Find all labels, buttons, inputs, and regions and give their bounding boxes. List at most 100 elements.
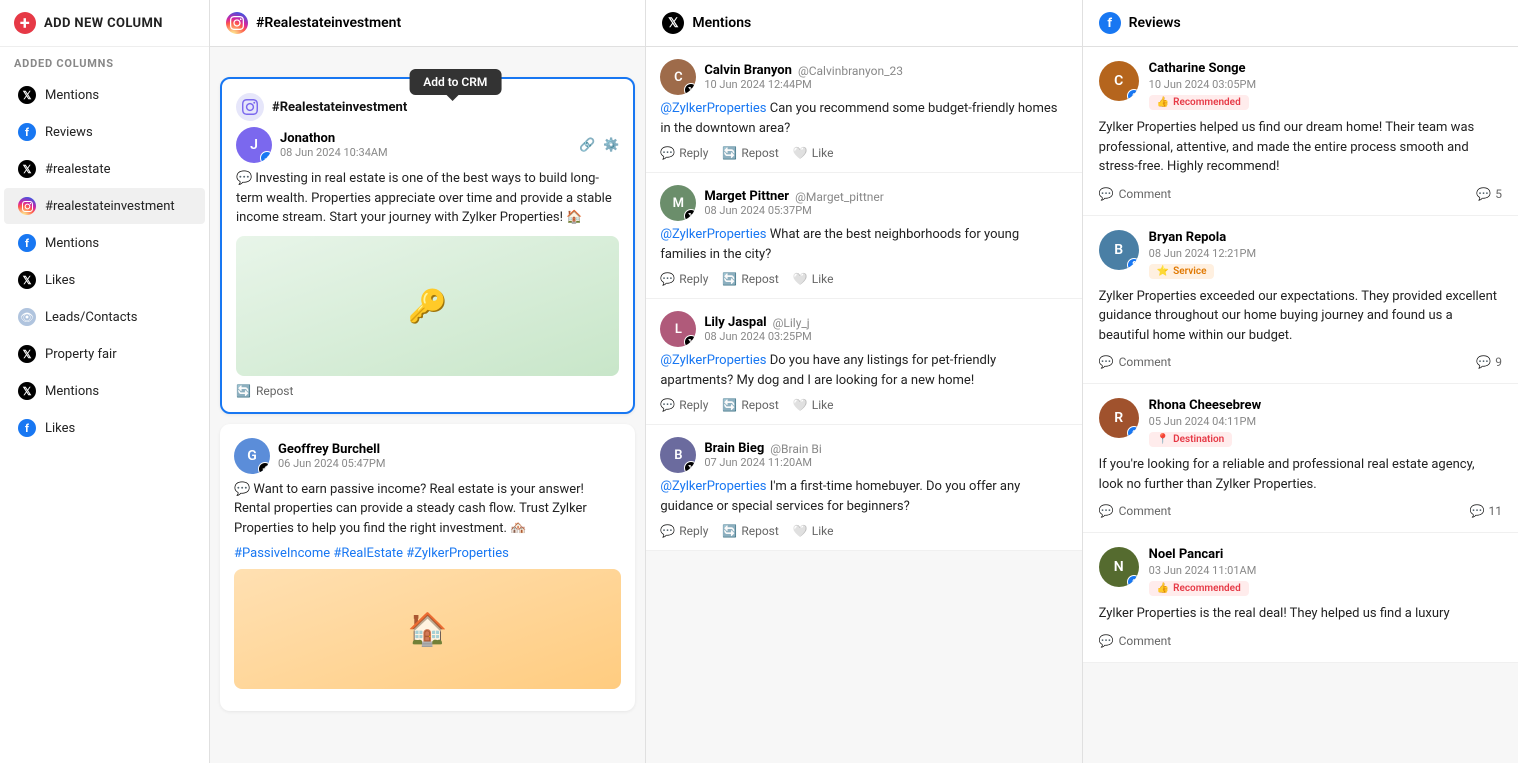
mention-m1-like[interactable]: 🤍 Like: [793, 146, 834, 160]
review-r2-comment-count: 💬9: [1476, 355, 1502, 369]
added-columns-label: ADDED COLUMNS: [0, 47, 209, 76]
col3-title: Reviews: [1129, 15, 1181, 31]
sidebar-item-reviews-1[interactable]: fReviews: [4, 114, 205, 150]
sidebar-item-propertyfair-1[interactable]: 𝕏Property fair: [4, 336, 205, 372]
add-new-column-label: ADD NEW COLUMN: [44, 16, 163, 31]
mention-m2-reply[interactable]: 💬 Reply: [660, 272, 708, 286]
mention-m3-date: 08 Jun 2024 03:25PM: [704, 330, 1067, 343]
col3-platform-icon: f: [1099, 12, 1121, 34]
review-r4-footer: 💬 Comment: [1099, 634, 1502, 648]
mention-m3-reply[interactable]: 💬 Reply: [660, 398, 708, 412]
review-r3-avatar: R f: [1099, 398, 1139, 438]
mention-m1-reply[interactable]: 💬 Reply: [660, 146, 708, 160]
sidebar-item-realestateinvestment-1[interactable]: #realestateinvestment: [4, 188, 205, 224]
mentions-list: C 𝕏 Calvin Branyon @Calvinbranyon_23 10 …: [646, 47, 1081, 551]
sidebar-item-realestate-1[interactable]: 𝕏#realestate: [4, 151, 205, 187]
col2-body: C 𝕏 Calvin Branyon @Calvinbranyon_23 10 …: [646, 47, 1081, 763]
review-r2-date: 08 Jun 2024 12:21PM: [1149, 247, 1502, 260]
sidebar-item-likes-2[interactable]: fLikes: [4, 410, 205, 446]
mention-m3-text: @ZylkerProperties Do you have any listin…: [660, 351, 1067, 390]
column-realestateinvestment: #Realestateinvestment Add to CRM #Reales…: [210, 0, 646, 763]
badge-icon: 👍: [1157, 97, 1169, 108]
sidebar-item-label: Mentions: [45, 88, 99, 103]
mention-item-m4: B 𝕏 Brain Bieg @Brain Bi 07 Jun 2024 11:…: [646, 425, 1081, 551]
mention-m3-like[interactable]: 🤍 Like: [793, 398, 834, 412]
review-r2-comment-action[interactable]: 💬 Comment: [1099, 355, 1172, 369]
main-content: #Realestateinvestment Add to CRM #Reales…: [210, 0, 1518, 763]
mention-item-m2: M 𝕏 Marget Pittner @Marget_pittner 08 Ju…: [646, 173, 1081, 299]
badge-icon: 📍: [1157, 434, 1169, 445]
like-icon: 🤍: [793, 146, 808, 160]
mention-m2-like[interactable]: 🤍 Like: [793, 272, 834, 286]
review-r2-badge: ⭐ Service: [1149, 264, 1215, 279]
mention-m2-text: @ZylkerProperties What are the best neig…: [660, 225, 1067, 264]
col1-platform-icon: [226, 12, 248, 34]
mention-m2-repost[interactable]: 🔄 Repost: [722, 272, 778, 286]
sidebar-item-label: Mentions: [45, 384, 99, 399]
badge-icon: 👍: [1157, 583, 1169, 594]
sidebar-items-list: 𝕏MentionsfReviews𝕏#realestate#realestate…: [0, 76, 209, 447]
mention-m1-repost[interactable]: 🔄 Repost: [722, 146, 778, 160]
mention-m4-like[interactable]: 🤍 Like: [793, 524, 834, 538]
like-icon: 🤍: [793, 524, 808, 538]
review-r1-footer: 💬 Comment 💬5: [1099, 187, 1502, 201]
sidebar-item-mentions-1[interactable]: 𝕏Mentions: [4, 77, 205, 113]
post1-author-row: J ✓ Jonathon 08 Jun 2024 10:34AM 🔗 ⚙️: [236, 127, 619, 163]
comment-icon: 💬: [1099, 187, 1114, 201]
review-r3-footer: 💬 Comment 💬11: [1099, 504, 1502, 518]
mention-m3-repost[interactable]: 🔄 Repost: [722, 398, 778, 412]
review-r3-date: 05 Jun 2024 04:11PM: [1149, 415, 1502, 428]
mention-m3-handle: @Lily_j: [773, 316, 810, 330]
add-crm-tooltip[interactable]: Add to CRM: [409, 69, 501, 95]
post1-date: 08 Jun 2024 10:34AM: [280, 146, 388, 159]
add-new-column-button[interactable]: + ADD NEW COLUMN: [0, 0, 209, 47]
post2-author-name: Geoffrey Burchell: [278, 442, 385, 457]
comment-icon: 💬: [1099, 355, 1114, 369]
sidebar-item-leads-1[interactable]: 👁Leads/Contacts: [4, 299, 205, 335]
mention-m4-reply[interactable]: 💬 Reply: [660, 524, 708, 538]
mention-item-m3: L 𝕏 Lily Jaspal @Lily_j 08 Jun 2024 03:2…: [646, 299, 1081, 425]
review-item-r1: C f Catharine Songe 10 Jun 2024 03:05PM …: [1083, 47, 1518, 216]
mention-m1-author-row: C 𝕏 Calvin Branyon @Calvinbranyon_23 10 …: [660, 59, 1067, 95]
badge-icon: ⭐: [1157, 266, 1169, 277]
sidebar-item-mentions-2[interactable]: fMentions: [4, 225, 205, 261]
sidebar: + ADD NEW COLUMN ADDED COLUMNS 𝕏Mentions…: [0, 0, 210, 763]
repost-icon: 🔄: [236, 384, 251, 398]
review-r2-avatar: B f: [1099, 230, 1139, 270]
review-r3-author-name: Rhona Cheesebrew: [1149, 398, 1502, 413]
post1-card-title: #Realestateinvestment: [272, 100, 407, 115]
review-r3-comment-count: 💬11: [1470, 504, 1502, 518]
review-r1-comment-action[interactable]: 💬 Comment: [1099, 187, 1172, 201]
mention-m4-repost[interactable]: 🔄 Repost: [722, 524, 778, 538]
sidebar-item-mentions-3[interactable]: 𝕏Mentions: [4, 373, 205, 409]
comment-count-icon: 💬: [1470, 504, 1485, 518]
post-card-1: Add to CRM #Realestateinvestment J ✓ Jon…: [220, 77, 635, 414]
post2-text: 💬 Want to earn passive income? Real esta…: [234, 480, 621, 539]
mention-m4-author-row: B 𝕏 Brain Bieg @Brain Bi 07 Jun 2024 11:…: [660, 437, 1067, 473]
post-card-2: G ✓ Geoffrey Burchell 06 Jun 2024 05:47P…: [220, 424, 635, 712]
post1-text: 💬 Investing in real estate is one of the…: [236, 169, 619, 228]
sidebar-item-label: #realestateinvestment: [45, 199, 175, 214]
mention-m4-handle: @Brain Bi: [770, 442, 822, 456]
sidebar-item-label: Likes: [45, 421, 75, 436]
post1-link-icon[interactable]: 🔗: [579, 138, 595, 153]
review-r4-comment-action[interactable]: 💬 Comment: [1099, 634, 1172, 648]
sidebar-item-label: #realestate: [45, 162, 111, 177]
repost-icon: 🔄: [722, 398, 737, 412]
post1-settings-icon[interactable]: ⚙️: [603, 138, 619, 153]
mention-m1-avatar: C 𝕏: [660, 59, 696, 95]
repost-icon: 🔄: [722, 272, 737, 286]
comment-count-icon: 💬: [1476, 355, 1491, 369]
review-r4-badge: 👍 Recommended: [1149, 581, 1249, 596]
mention-m1-date: 10 Jun 2024 12:44PM: [704, 78, 1067, 91]
review-r1-author-name: Catharine Songe: [1149, 61, 1502, 76]
review-item-r3: R f Rhona Cheesebrew 05 Jun 2024 04:11PM…: [1083, 384, 1518, 533]
post1-repost-action[interactable]: 🔄 Repost: [236, 384, 619, 398]
post2-avatar: G ✓: [234, 438, 270, 474]
review-r2-author-info: Bryan Repola 08 Jun 2024 12:21PM ⭐ Servi…: [1149, 230, 1502, 279]
review-r3-comment-action[interactable]: 💬 Comment: [1099, 504, 1172, 518]
mention-m2-author-row: M 𝕏 Marget Pittner @Marget_pittner 08 Ju…: [660, 185, 1067, 221]
sidebar-item-likes-1[interactable]: 𝕏Likes: [4, 262, 205, 298]
review-r2-footer: 💬 Comment 💬9: [1099, 355, 1502, 369]
review-r2-author-name: Bryan Repola: [1149, 230, 1502, 245]
